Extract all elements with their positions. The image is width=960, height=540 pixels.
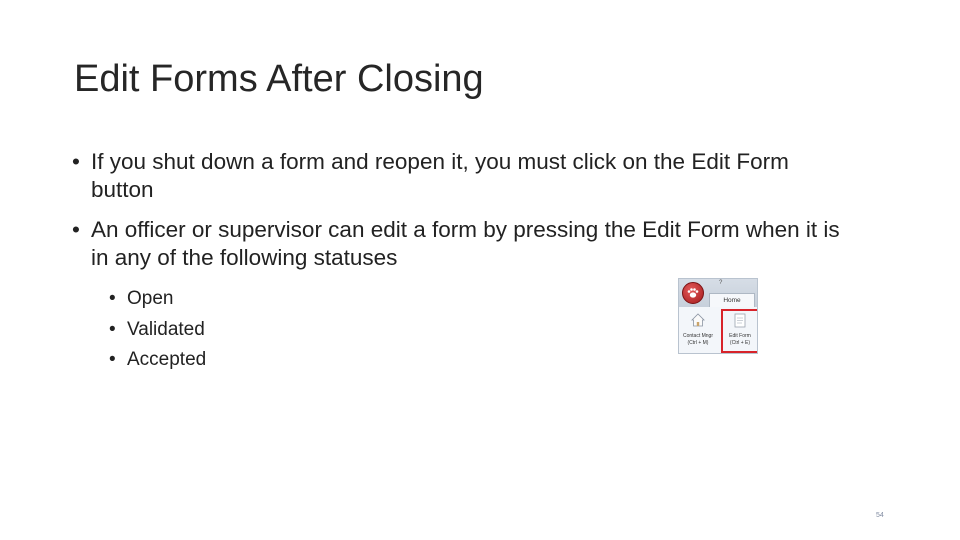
bullet-dot: • — [109, 349, 116, 370]
contact-manager-button[interactable]: Contact Mngr (Ctrl + M) — [680, 309, 716, 353]
bullet-dot: • — [109, 288, 116, 309]
bullet-dot: • — [109, 318, 116, 340]
ribbon-screenshot: ? Home Contact Mngr (Ctrl + M) Edit Form… — [678, 278, 758, 354]
tab-home[interactable]: Home — [709, 293, 755, 307]
paw-logo-icon[interactable] — [682, 282, 704, 304]
edit-form-icon — [734, 313, 746, 328]
sub-bullet-text: Validated — [127, 318, 205, 340]
help-icon[interactable]: ? — [719, 280, 722, 286]
bullet-dot: • — [72, 149, 80, 174]
bullet-text: An officer or supervisor can edit a form… — [91, 217, 840, 270]
house-icon — [691, 313, 705, 327]
button-label: Edit Form — [729, 333, 751, 339]
page-number: 54 — [876, 512, 884, 519]
bullet-item: • If you shut down a form and reopen it,… — [72, 148, 852, 204]
slide-title: Edit Forms After Closing — [74, 58, 484, 100]
bullet-text: If you shut down a form and reopen it, y… — [91, 149, 789, 202]
button-shortcut: (Ctrl + M) — [687, 340, 709, 346]
bullet-dot: • — [72, 217, 80, 242]
edit-form-button[interactable]: Edit Form (Ctrl + E) — [721, 309, 757, 353]
bullet-item: • An officer or supervisor can edit a fo… — [72, 216, 852, 272]
button-label: Contact Mngr — [682, 333, 713, 339]
button-shortcut: (Ctrl + E) — [729, 340, 751, 346]
sub-bullet-text: Open — [127, 288, 174, 309]
sub-bullet-text: Accepted — [127, 349, 207, 370]
